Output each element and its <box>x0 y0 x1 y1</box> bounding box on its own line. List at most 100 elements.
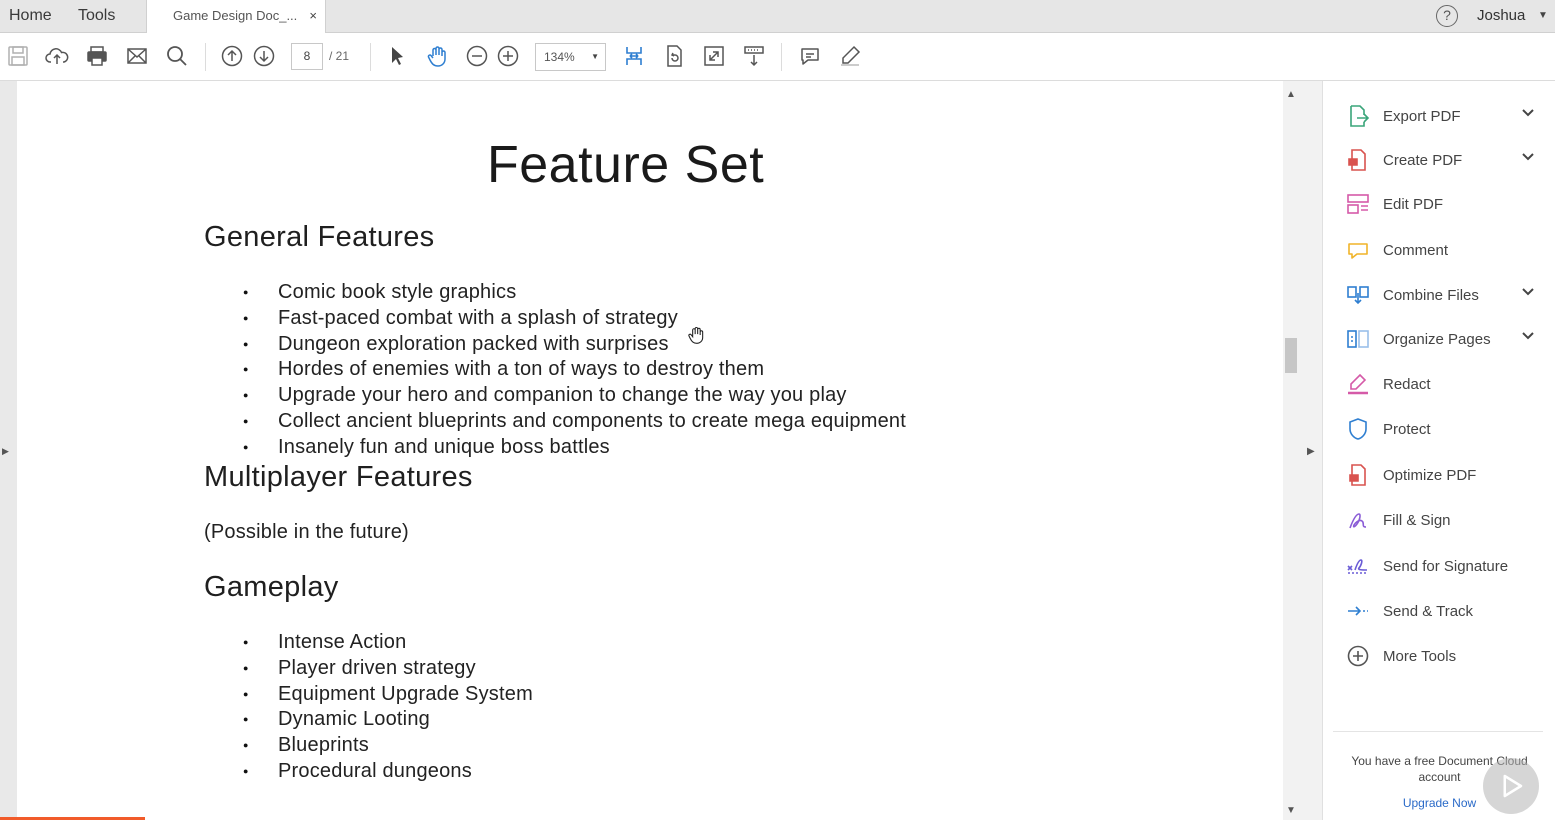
chevron-down-icon[interactable] <box>1521 150 1535 164</box>
tool-edit-pdf[interactable]: Edit PDF <box>1345 184 1545 224</box>
tools-panel: Export PDF Create PDF Edit PDF Comment C… <box>1322 81 1555 820</box>
general-features-list: Comic book style graphics Fast-paced com… <box>243 280 906 461</box>
list-item: Player driven strategy <box>243 656 533 682</box>
tool-export-pdf[interactable]: Export PDF <box>1345 96 1545 136</box>
tool-send-track[interactable]: Send & Track <box>1345 591 1545 631</box>
user-menu-caret-icon[interactable]: ▼ <box>1538 0 1548 32</box>
document-viewer: ▶ Feature Set General Features Comic boo… <box>0 81 1300 820</box>
tool-more-tools[interactable]: More Tools <box>1345 636 1545 676</box>
page-total: / 21 <box>329 49 350 63</box>
more-tools-icon <box>1345 643 1371 669</box>
select-cursor-icon[interactable] <box>384 43 410 69</box>
gameplay-list: Intense Action Player driven strategy Eq… <box>243 630 533 785</box>
tool-fill-sign[interactable]: Fill & Sign <box>1345 500 1545 540</box>
document-tab[interactable]: Game Design Doc_... × <box>146 0 326 34</box>
tools-panel-toggle[interactable]: ▶ <box>1300 81 1322 820</box>
toolbar-divider <box>370 43 371 71</box>
user-menu[interactable]: Joshua <box>1477 0 1525 32</box>
scroll-mode-icon[interactable] <box>741 43 767 69</box>
rotate-page-icon[interactable] <box>661 43 687 69</box>
list-item: Hordes of enemies with a ton of ways to … <box>243 357 906 383</box>
scroll-down-icon[interactable]: ▼ <box>1286 805 1296 816</box>
list-item: Procedural dungeons <box>243 759 533 785</box>
send-track-icon <box>1345 598 1371 624</box>
page-title: Feature Set <box>487 136 765 194</box>
close-tab-icon[interactable]: × <box>309 0 317 31</box>
tool-label: Export PDF <box>1383 107 1461 125</box>
zoom-select[interactable]: 134% ▼ <box>535 43 606 71</box>
list-item: Equipment Upgrade System <box>243 682 533 708</box>
hand-cursor-icon <box>688 327 704 344</box>
video-play-icon <box>1483 758 1539 814</box>
tool-label: Combine Files <box>1383 286 1479 304</box>
collapse-right-icon[interactable]: ▶ <box>1307 446 1315 457</box>
home-tab[interactable]: Home <box>9 0 52 32</box>
tool-label: Protect <box>1383 420 1431 438</box>
comment-icon <box>1345 237 1371 263</box>
list-item: Dynamic Looting <box>243 707 533 733</box>
list-item: Upgrade your hero and companion to chang… <box>243 383 906 409</box>
heading-gameplay: Gameplay <box>204 571 339 603</box>
tool-protect[interactable]: Protect <box>1345 409 1545 449</box>
pdf-page: Feature Set General Features Comic book … <box>17 81 1283 820</box>
upload-cloud-icon[interactable] <box>44 43 70 69</box>
hand-tool-icon[interactable] <box>424 43 450 69</box>
heading-multiplayer-features: Multiplayer Features <box>204 461 473 493</box>
chevron-down-icon[interactable] <box>1521 285 1535 299</box>
tool-label: More Tools <box>1383 647 1457 665</box>
save-icon[interactable] <box>5 43 31 69</box>
heading-general-features: General Features <box>204 221 435 253</box>
vertical-scrollbar[interactable]: ▲ ▼ <box>1283 81 1300 820</box>
tool-label: Optimize PDF <box>1383 466 1477 484</box>
toolbar-divider <box>781 43 782 71</box>
zoom-dropdown-icon: ▼ <box>591 52 599 61</box>
combine-files-icon <box>1345 282 1371 308</box>
tool-label: Edit PDF <box>1383 195 1444 213</box>
highlight-pen-icon[interactable] <box>837 43 863 69</box>
send-signature-icon <box>1345 553 1371 579</box>
organize-pages-icon <box>1345 326 1371 352</box>
list-item: Comic book style graphics <box>243 280 906 306</box>
document-tab-label: Game Design Doc_... <box>173 8 298 23</box>
export-pdf-icon <box>1345 103 1371 129</box>
print-icon[interactable] <box>84 43 110 69</box>
create-pdf-icon <box>1345 147 1371 173</box>
multiplayer-note: (Possible in the future) <box>204 521 409 543</box>
tool-label: Comment <box>1383 241 1449 259</box>
zoom-in-icon[interactable] <box>495 43 521 69</box>
list-item: Dungeon exploration packed with surprise… <box>243 332 906 358</box>
previous-page-icon[interactable] <box>219 43 245 69</box>
redact-icon <box>1345 371 1371 397</box>
tool-label: Fill & Sign <box>1383 511 1451 529</box>
fill-sign-icon <box>1345 507 1371 533</box>
list-item: Intense Action <box>243 630 533 656</box>
left-panel-toggle[interactable]: ▶ <box>0 81 17 820</box>
chevron-down-icon[interactable] <box>1521 329 1535 343</box>
tool-organize-pages[interactable]: Organize Pages <box>1345 319 1545 359</box>
list-item: Collect ancient blueprints and component… <box>243 409 906 435</box>
search-icon[interactable] <box>164 43 190 69</box>
help-icon[interactable]: ? <box>1436 5 1458 27</box>
chevron-down-icon[interactable] <box>1521 106 1535 120</box>
tool-redact[interactable]: Redact <box>1345 364 1545 404</box>
zoom-out-icon[interactable] <box>464 43 490 69</box>
next-page-icon[interactable] <box>251 43 277 69</box>
page-number-input[interactable]: 8 <box>291 43 323 70</box>
scrollbar-thumb[interactable] <box>1285 338 1297 373</box>
full-screen-icon[interactable] <box>701 43 727 69</box>
email-icon[interactable] <box>124 43 150 69</box>
comment-tool-icon[interactable] <box>797 43 823 69</box>
expand-left-icon[interactable]: ▶ <box>2 446 9 457</box>
list-item: Fast-paced combat with a splash of strat… <box>243 306 906 332</box>
list-item: Insanely fun and unique boss battles <box>243 435 906 461</box>
tool-comment[interactable]: Comment <box>1345 230 1545 270</box>
protect-icon <box>1345 416 1371 442</box>
tool-optimize-pdf[interactable]: Optimize PDF <box>1345 455 1545 495</box>
fit-page-icon[interactable] <box>621 43 647 69</box>
scroll-up-icon[interactable]: ▲ <box>1286 89 1296 100</box>
toolbar: 8 / 21 134% ▼ <box>0 33 1555 81</box>
tool-send-for-signature[interactable]: Send for Signature <box>1345 546 1545 586</box>
tools-tab[interactable]: Tools <box>78 0 115 32</box>
tool-create-pdf[interactable]: Create PDF <box>1345 140 1545 180</box>
tool-combine-files[interactable]: Combine Files <box>1345 275 1545 315</box>
